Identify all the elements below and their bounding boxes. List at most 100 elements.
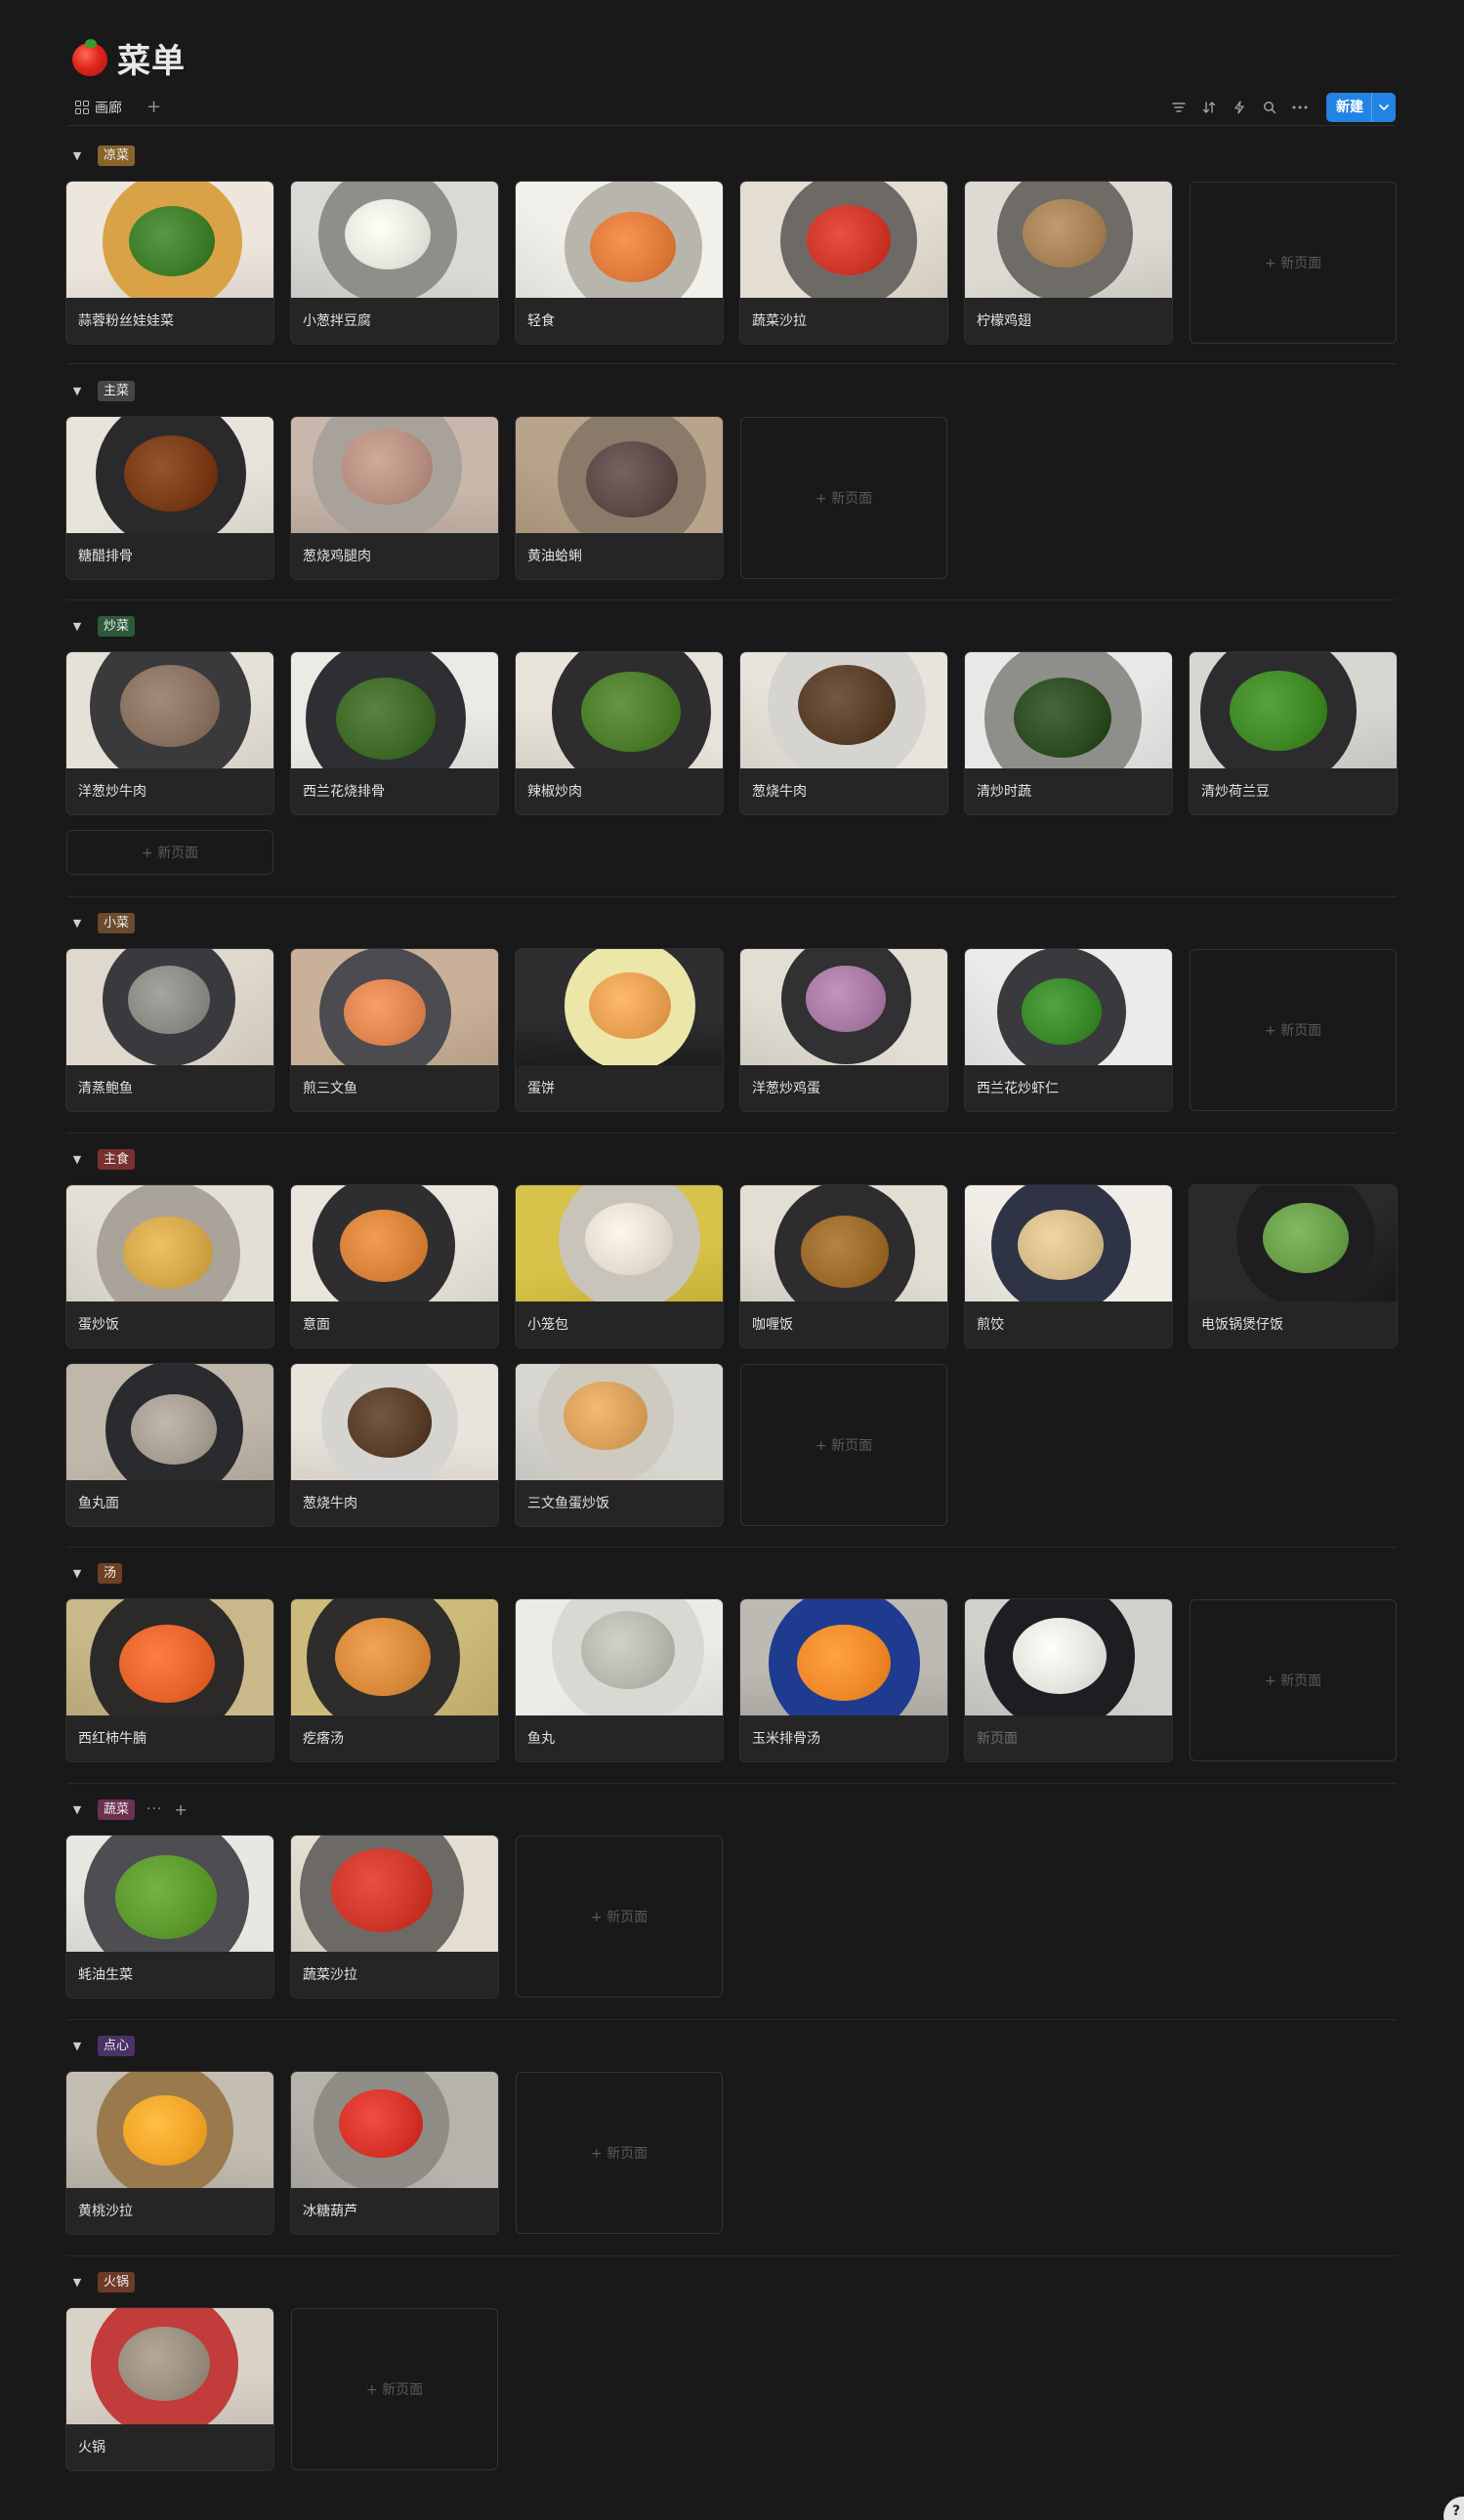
gallery-card[interactable]: 葱烧牛肉: [291, 1364, 498, 1526]
card-title: 小笼包: [527, 1317, 568, 1333]
collapse-triangle-icon[interactable]: ▼: [66, 1153, 88, 1166]
tomato-emoji-icon[interactable]: [70, 38, 109, 77]
new-page-card[interactable]: + 新页面: [740, 1364, 947, 1526]
collapse-triangle-icon[interactable]: ▼: [66, 1803, 88, 1816]
group-add-icon[interactable]: +: [174, 1800, 187, 1819]
gallery-card[interactable]: 蔬菜沙拉: [740, 182, 947, 344]
collapse-triangle-icon[interactable]: ▼: [66, 2276, 88, 2289]
gallery-card[interactable]: 葱烧牛肉: [740, 652, 947, 814]
group-tag[interactable]: 点心: [98, 2035, 136, 2056]
card-title: 煎饺: [977, 1317, 1004, 1333]
gallery-card[interactable]: 清蒸鲍鱼: [66, 949, 273, 1111]
chevron-down-icon[interactable]: [1371, 93, 1396, 122]
gallery-card[interactable]: 意面: [291, 1185, 498, 1347]
gallery-card[interactable]: 蛋炒饭: [66, 1185, 273, 1347]
gallery-card[interactable]: 咖喱饭: [740, 1185, 947, 1347]
gallery-card[interactable]: 柠檬鸡翅: [965, 182, 1172, 344]
tab-gallery-view[interactable]: 画廊: [75, 95, 122, 120]
gallery-card[interactable]: 鱼丸面: [66, 1364, 273, 1526]
cover-image: [740, 1599, 947, 1715]
cover-image: [516, 1185, 723, 1301]
gallery-card[interactable]: 辣椒炒肉: [516, 652, 723, 814]
collapse-triangle-icon[interactable]: ▼: [66, 385, 88, 397]
add-view-button[interactable]: +: [146, 95, 161, 120]
new-page-button[interactable]: + 新页面: [66, 830, 273, 875]
new-page-card[interactable]: + 新页面: [1190, 949, 1397, 1111]
gallery-card[interactable]: 蒜蓉粉丝娃娃菜: [66, 182, 273, 344]
group-tag[interactable]: 蔬菜: [98, 1798, 136, 1820]
gallery-card[interactable]: 蚝油生菜: [66, 1836, 273, 1998]
gallery-card[interactable]: 电饭锅煲仔饭: [1190, 1185, 1397, 1347]
gallery-card[interactable]: 玉米排骨汤: [740, 1599, 947, 1761]
gallery-card[interactable]: 蔬菜沙拉: [291, 1836, 498, 1998]
new-page-card[interactable]: + 新页面: [291, 2308, 498, 2470]
group-tag[interactable]: 主菜: [98, 380, 136, 401]
gallery-card[interactable]: 清炒荷兰豆: [1190, 652, 1397, 814]
gallery-card[interactable]: 洋葱炒牛肉: [66, 652, 273, 814]
gallery-card[interactable]: 西兰花烧排骨: [291, 652, 498, 814]
new-page-card[interactable]: + 新页面: [1190, 1599, 1397, 1761]
cover-image: [291, 182, 498, 298]
card-title: 糖醋排骨: [78, 549, 133, 564]
group-tag[interactable]: 炒菜: [98, 615, 136, 637]
gallery-card[interactable]: 煎三文鱼: [291, 949, 498, 1111]
group-tag[interactable]: 火锅: [98, 2271, 136, 2293]
cover-image: [291, 949, 498, 1065]
gallery-card[interactable]: 小葱拌豆腐: [291, 182, 498, 344]
gallery-card[interactable]: 蛋饼: [516, 949, 723, 1111]
gallery-card[interactable]: 葱烧鸡腿肉: [291, 417, 498, 579]
search-icon[interactable]: [1254, 95, 1284, 120]
gallery-card[interactable]: 洋葱炒鸡蛋: [740, 949, 947, 1111]
gallery-card[interactable]: 糖醋排骨: [66, 417, 273, 579]
automation-bolt-icon[interactable]: [1224, 95, 1254, 120]
gallery-card[interactable]: 西兰花炒虾仁: [965, 949, 1172, 1111]
gallery-card[interactable]: 轻食: [516, 182, 723, 344]
new-page-card[interactable]: + 新页面: [1190, 182, 1397, 344]
group-tag[interactable]: 汤: [98, 1562, 123, 1584]
gallery-card[interactable]: 火锅: [66, 2308, 273, 2470]
new-button[interactable]: 新建: [1326, 93, 1371, 122]
collapse-triangle-icon[interactable]: ▼: [66, 2040, 88, 2052]
database-toolbar: 画廊 + 新建: [66, 90, 1396, 126]
new-page-card[interactable]: + 新页面: [740, 417, 947, 579]
gallery-card[interactable]: 疙瘩汤: [291, 1599, 498, 1761]
new-page-card[interactable]: + 新页面: [516, 1836, 723, 1998]
gallery-card[interactable]: 小笼包: [516, 1185, 723, 1347]
cover-image: [66, 652, 273, 768]
new-page-card[interactable]: + 新页面: [516, 2072, 723, 2234]
collapse-triangle-icon[interactable]: ▼: [66, 620, 88, 633]
group-tag[interactable]: 主食: [98, 1148, 136, 1170]
gallery-card[interactable]: 冰糖葫芦: [291, 2072, 498, 2234]
collapse-triangle-icon[interactable]: ▼: [66, 917, 88, 930]
page-title[interactable]: 菜单: [117, 34, 186, 82]
cover-image: [291, 2072, 498, 2188]
more-icon[interactable]: [1284, 95, 1315, 120]
cover-image: [740, 182, 947, 298]
help-button[interactable]: ?: [1443, 2497, 1464, 2520]
gallery-card[interactable]: 黄油蛤蜊: [516, 417, 723, 579]
gallery-card[interactable]: 西红柿牛腩: [66, 1599, 273, 1761]
group-more-icon[interactable]: ···: [146, 1801, 162, 1817]
new-button-group: 新建: [1326, 93, 1396, 122]
gallery-card[interactable]: 煎饺: [965, 1185, 1172, 1347]
gallery-card[interactable]: 新页面: [965, 1599, 1172, 1761]
gallery-card[interactable]: 清炒时蔬: [965, 652, 1172, 814]
cover-image: [516, 182, 723, 298]
collapse-triangle-icon[interactable]: ▼: [66, 1567, 88, 1580]
gallery-card[interactable]: 黄桃沙拉: [66, 2072, 273, 2234]
cover-image: [740, 949, 947, 1065]
group-header: ▼ 火锅: [66, 2269, 136, 2294]
cover-image: [516, 1364, 723, 1480]
group-divider: [66, 2255, 1397, 2256]
cover-image: [291, 1836, 498, 1952]
filter-icon[interactable]: [1163, 95, 1193, 120]
collapse-triangle-icon[interactable]: ▼: [66, 149, 88, 162]
group-header: ▼ 主菜: [66, 378, 136, 403]
card-title: 新页面: [977, 1731, 1018, 1747]
gallery-card[interactable]: 鱼丸: [516, 1599, 723, 1761]
sort-icon[interactable]: [1193, 95, 1224, 120]
group-tag[interactable]: 凉菜: [98, 145, 136, 166]
gallery-card[interactable]: 三文鱼蛋炒饭: [516, 1364, 723, 1526]
cover-image: [516, 417, 723, 533]
group-tag[interactable]: 小菜: [98, 912, 136, 933]
